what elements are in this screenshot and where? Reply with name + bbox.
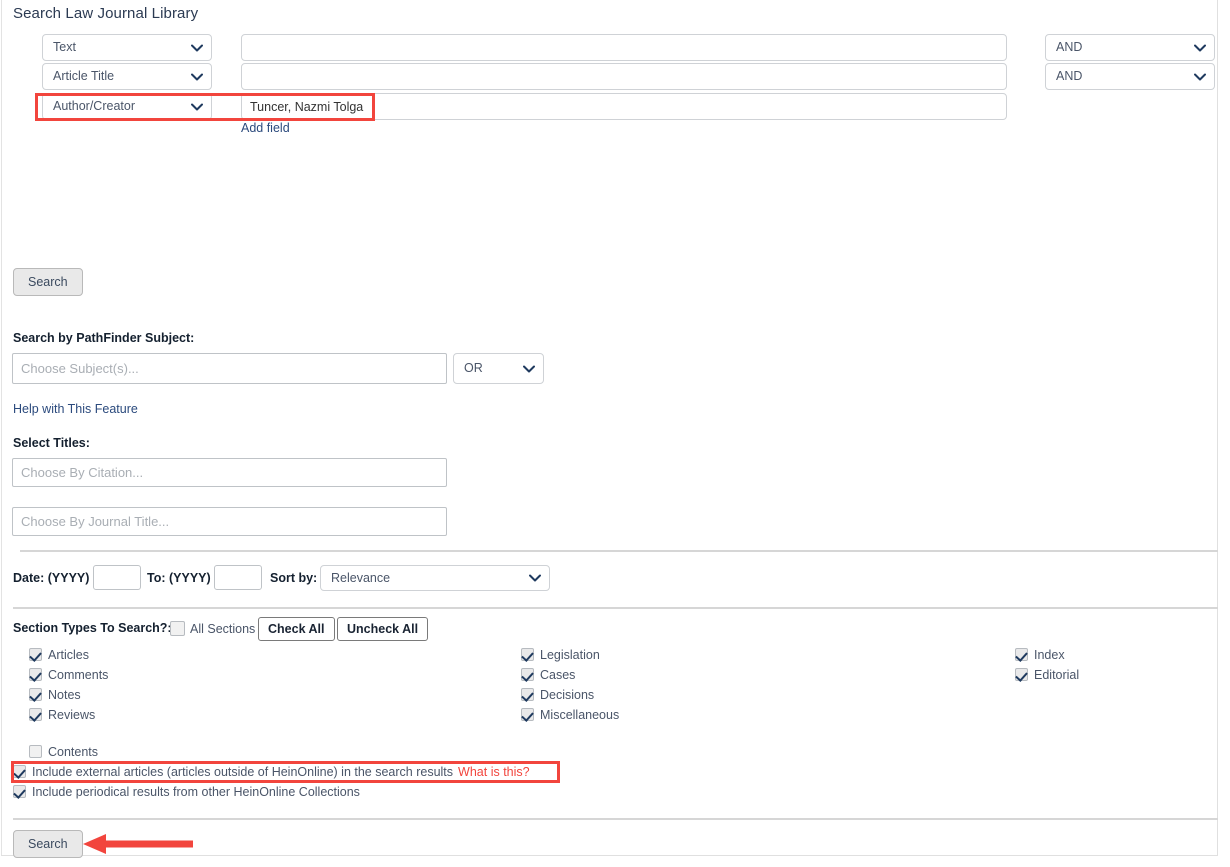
pathfinder-label: Search by PathFinder Subject: [13,331,195,345]
uncheck-all-button[interactable]: Uncheck All [337,617,429,641]
field-type-select-row-1[interactable]: Text [42,34,212,61]
search-button-bottom[interactable]: Search [13,830,83,858]
field-type-select-1[interactable]: Text [42,34,212,61]
operator-select-1[interactable]: AND [1045,34,1215,61]
date-to-input[interactable] [214,565,262,590]
all-sections-checkbox[interactable] [170,621,185,636]
checkbox-icon[interactable] [29,648,42,661]
pathfinder-help-link[interactable]: Help with This Feature [13,402,138,416]
operator-select-row-2[interactable]: AND [1045,63,1215,90]
pathfinder-operator-select[interactable]: OR [453,353,544,384]
checkbox-icon[interactable] [29,688,42,701]
checkbox-icon[interactable] [1015,648,1028,661]
page-title: Search Law Journal Library [13,5,199,22]
sort-by-select-wrap[interactable]: Relevance [320,565,550,591]
pathfinder-operator-select-wrap[interactable]: OR [453,353,544,384]
section-checkbox-articles[interactable]: Articles [29,648,89,662]
operator-select-row-1[interactable]: AND [1045,34,1215,61]
search-button-top[interactable]: Search [13,268,83,296]
checkbox-icon[interactable] [29,745,42,758]
checkbox-icon[interactable] [13,765,26,778]
field-type-select-row-3[interactable]: Author/Creator [42,93,212,120]
select-titles-label: Select Titles: [13,436,90,450]
field-type-select-3[interactable]: Author/Creator [42,93,212,120]
checkbox-icon[interactable] [29,708,42,721]
search-page: Search Law Journal Library Text AND Arti… [0,0,1230,867]
checkbox-icon[interactable] [29,668,42,681]
external-articles-row[interactable]: Include external articles (articles outs… [13,765,530,779]
field-type-select-2[interactable]: Article Title [42,63,212,90]
section-checkbox-comments[interactable]: Comments [29,668,108,682]
section-checkbox-reviews[interactable]: Reviews [29,708,95,722]
date-from-input[interactable] [93,565,141,590]
journal-title-input[interactable] [12,507,447,536]
checkbox-icon[interactable] [1015,668,1028,681]
divider-1 [20,550,1218,552]
section-types-label: Section Types To Search?: [13,621,172,635]
checkbox-icon[interactable] [521,708,534,721]
periodical-results-row[interactable]: Include periodical results from other He… [13,785,360,799]
search-term-input-2[interactable] [241,63,1007,90]
add-field-link[interactable]: Add field [241,121,290,135]
pathfinder-subject-input[interactable] [12,353,447,384]
checkbox-icon[interactable] [521,668,534,681]
section-checkbox-index[interactable]: Index [1015,648,1065,662]
search-term-input-1[interactable] [241,34,1007,61]
divider-3 [13,818,1218,820]
date-to-label: To: (YYYY) [147,571,211,585]
sort-by-label: Sort by: [270,571,318,585]
section-checkbox-contents[interactable]: Contents [29,745,98,759]
operator-select-2[interactable]: AND [1045,63,1215,90]
what-is-this-link[interactable]: What is this? [458,765,530,779]
checkbox-icon[interactable] [13,785,26,798]
card-border-right [1217,0,1218,856]
date-label: Date: (YYYY) [13,571,90,585]
annotation-arrow-icon [83,834,193,854]
all-sections-label: All Sections [190,622,256,636]
section-checkbox-legislation[interactable]: Legislation [521,648,600,662]
section-checkbox-decisions[interactable]: Decisions [521,688,594,702]
card-border-left [1,0,2,856]
section-checkbox-miscellaneous[interactable]: Miscellaneous [521,708,619,722]
checkbox-icon[interactable] [521,688,534,701]
checkbox-icon[interactable] [521,648,534,661]
citation-input[interactable] [12,458,447,487]
section-checkbox-notes[interactable]: Notes [29,688,81,702]
section-checkbox-cases[interactable]: Cases [521,668,575,682]
section-checkbox-editorial[interactable]: Editorial [1015,668,1079,682]
sort-by-select[interactable]: Relevance [320,565,550,591]
check-all-button[interactable]: Check All [258,617,335,641]
divider-2 [13,607,1218,609]
search-term-input-3[interactable] [241,93,1007,120]
field-type-select-row-2[interactable]: Article Title [42,63,212,90]
